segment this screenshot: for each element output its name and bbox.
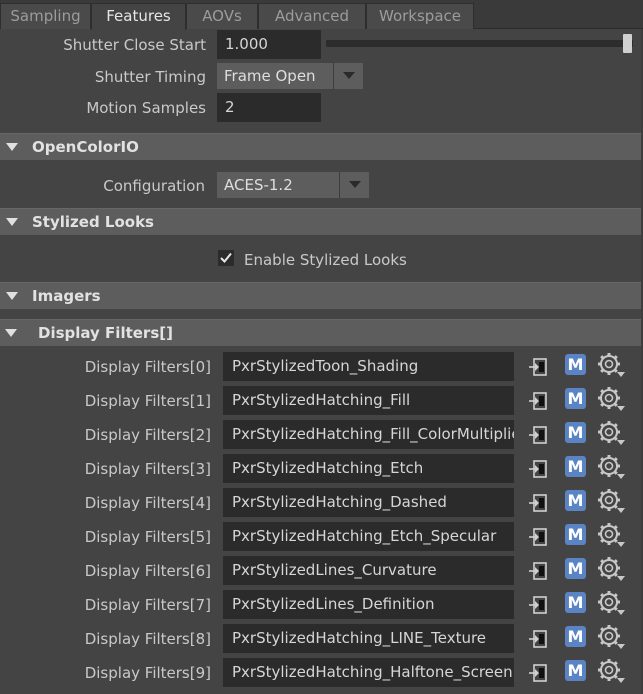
shutter-timing-value: Frame Open bbox=[224, 67, 316, 85]
maya-m-icon[interactable]: M bbox=[565, 354, 586, 375]
maya-m-icon[interactable]: M bbox=[565, 558, 586, 579]
shutter-close-start-slider[interactable] bbox=[326, 40, 633, 47]
display-filter-label: Display Filters[1] bbox=[84, 392, 211, 410]
display-filter-field[interactable]: PxrStylizedHatching_Etch bbox=[223, 454, 514, 483]
shutter-close-start-label: Shutter Close Start bbox=[63, 36, 206, 54]
maya-m-icon[interactable]: M bbox=[565, 490, 586, 511]
maya-m-icon[interactable]: M bbox=[565, 626, 586, 647]
motion-samples-field[interactable]: 2 bbox=[217, 93, 321, 122]
connect-input-icon[interactable] bbox=[527, 356, 549, 382]
configuration-value: ACES-1.2 bbox=[224, 176, 293, 194]
maya-m-icon[interactable]: M bbox=[565, 388, 586, 409]
tab-workspace[interactable]: Workspace bbox=[366, 3, 474, 29]
gear-dropdown-icon[interactable] bbox=[597, 386, 627, 418]
display-filter-label: Display Filters[8] bbox=[84, 630, 211, 648]
display-filter-label: Display Filters[7] bbox=[84, 596, 211, 614]
tab-advanced[interactable]: Advanced bbox=[258, 3, 366, 29]
connect-input-icon[interactable] bbox=[527, 594, 549, 620]
display-filter-label: Display Filters[9] bbox=[84, 664, 211, 682]
section-opencolorio[interactable]: OpenColorIO bbox=[0, 133, 641, 160]
display-filter-label: Display Filters[4] bbox=[84, 494, 211, 512]
enable-stylized-looks-label: Enable Stylized Looks bbox=[244, 251, 407, 269]
configuration-dropdown[interactable]: ACES-1.2 bbox=[217, 172, 369, 198]
gear-dropdown-icon[interactable] bbox=[597, 488, 627, 520]
enable-stylized-looks-checkbox[interactable] bbox=[218, 250, 234, 266]
motion-samples-label: Motion Samples bbox=[86, 99, 206, 117]
gear-dropdown-icon[interactable] bbox=[597, 556, 627, 588]
connect-input-icon[interactable] bbox=[527, 560, 549, 586]
connect-input-icon[interactable] bbox=[527, 526, 549, 552]
collapse-triangle-icon bbox=[5, 329, 17, 337]
display-filter-field[interactable]: PxrStylizedLines_Definition bbox=[223, 590, 514, 619]
gear-dropdown-icon[interactable] bbox=[597, 454, 627, 486]
connect-input-icon[interactable] bbox=[527, 628, 549, 654]
section-title: Imagers bbox=[32, 287, 101, 305]
gear-dropdown-icon[interactable] bbox=[597, 590, 627, 622]
display-filter-label: Display Filters[2] bbox=[84, 426, 211, 444]
section-title: OpenColorIO bbox=[32, 138, 139, 156]
display-filter-field[interactable]: PxrStylizedHatching_Halftone_Screen bbox=[223, 658, 514, 687]
shutter-timing-dropdown[interactable]: Frame Open bbox=[217, 63, 363, 89]
section-imagers[interactable]: Imagers bbox=[0, 282, 641, 309]
collapse-triangle-icon bbox=[6, 143, 18, 151]
shutter-close-start-field[interactable]: 1.000 bbox=[217, 30, 321, 59]
tab-aovs[interactable]: AOVs bbox=[186, 3, 258, 29]
display-filter-field[interactable]: PxrStylizedHatching_Fill_ColorMultiplier bbox=[223, 420, 514, 449]
maya-m-icon[interactable]: M bbox=[565, 592, 586, 613]
section-title: Display Filters[] bbox=[38, 324, 173, 342]
tab-features[interactable]: Features bbox=[91, 3, 186, 30]
display-filter-field[interactable]: PxrStylizedHatching_LINE_Texture bbox=[223, 624, 514, 653]
section-title: Stylized Looks bbox=[32, 213, 154, 231]
shutter-timing-label: Shutter Timing bbox=[94, 68, 206, 86]
maya-m-icon[interactable]: M bbox=[565, 456, 586, 477]
display-filter-field[interactable]: PxrStylizedHatching_Dashed bbox=[223, 488, 514, 517]
checkmark-icon bbox=[220, 252, 232, 263]
display-filter-label: Display Filters[5] bbox=[84, 528, 211, 546]
connect-input-icon[interactable] bbox=[527, 492, 549, 518]
display-filter-field[interactable]: PxrStylizedHatching_Fill bbox=[223, 386, 514, 415]
gear-dropdown-icon[interactable] bbox=[597, 352, 627, 384]
display-filter-field[interactable]: PxrStylizedLines_Curvature bbox=[223, 556, 514, 585]
section-display-filters[interactable]: Display Filters[] bbox=[0, 319, 641, 346]
connect-input-icon[interactable] bbox=[527, 662, 549, 688]
gear-dropdown-icon[interactable] bbox=[597, 420, 627, 452]
collapse-triangle-icon bbox=[6, 218, 18, 226]
gear-dropdown-icon[interactable] bbox=[597, 624, 627, 656]
display-filter-field[interactable]: PxrStylizedHatching_Etch_Specular bbox=[223, 522, 514, 551]
display-filter-label: Display Filters[3] bbox=[84, 460, 211, 478]
chevron-down-icon bbox=[333, 63, 363, 89]
display-filter-label: Display Filters[0] bbox=[84, 358, 211, 376]
gear-dropdown-icon[interactable] bbox=[597, 658, 627, 690]
shutter-close-start-slider-handle[interactable] bbox=[623, 34, 632, 53]
tab-sampling[interactable]: Sampling bbox=[0, 3, 91, 29]
connect-input-icon[interactable] bbox=[527, 424, 549, 450]
maya-m-icon[interactable]: M bbox=[565, 660, 586, 681]
connect-input-icon[interactable] bbox=[527, 458, 549, 484]
section-stylized-looks[interactable]: Stylized Looks bbox=[0, 208, 641, 235]
collapse-triangle-icon bbox=[6, 292, 18, 300]
chevron-down-icon bbox=[339, 172, 369, 198]
connect-input-icon[interactable] bbox=[527, 390, 549, 416]
maya-m-icon[interactable]: M bbox=[565, 524, 586, 545]
gear-dropdown-icon[interactable] bbox=[597, 522, 627, 554]
display-filter-field[interactable]: PxrStylizedToon_Shading bbox=[223, 352, 514, 381]
tab-bar: Sampling Features AOVs Advanced Workspac… bbox=[0, 0, 643, 30]
display-filter-label: Display Filters[6] bbox=[84, 562, 211, 580]
maya-m-icon[interactable]: M bbox=[565, 422, 586, 443]
configuration-label: Configuration bbox=[103, 177, 205, 195]
